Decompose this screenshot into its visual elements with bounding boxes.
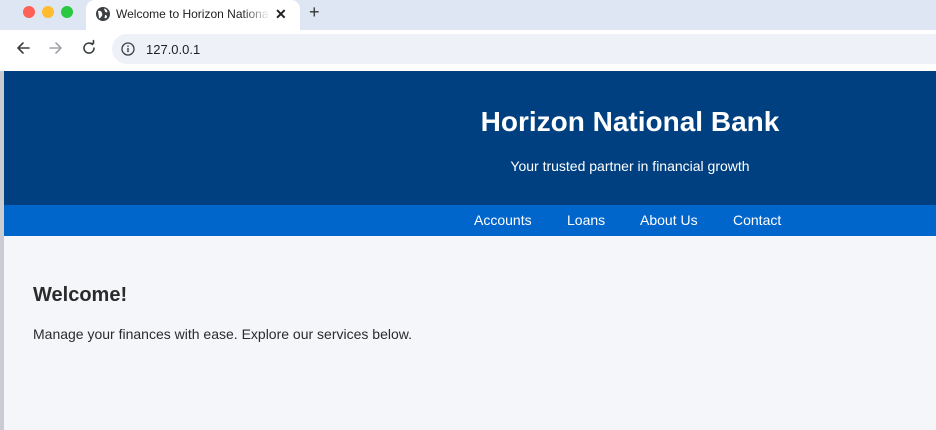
site-info-icon[interactable] [121, 42, 135, 56]
nav-link-accounts[interactable]: Accounts [474, 212, 532, 228]
nav-link-contact[interactable]: Contact [733, 212, 781, 228]
window-zoom-button[interactable] [61, 6, 73, 18]
nav-link-loans[interactable]: Loans [567, 212, 605, 228]
new-tab-button[interactable]: + [309, 2, 320, 22]
welcome-heading: Welcome! [33, 284, 128, 306]
url-text: 127.0.0.1 [146, 42, 201, 57]
welcome-text: Manage your finances with ease. Explore … [33, 326, 412, 342]
window-close-button[interactable] [23, 6, 35, 18]
window-minimize-button[interactable] [42, 6, 54, 18]
browser-tab-strip: Welcome to Horizon National Bank ✕ + [0, 0, 936, 30]
reload-icon[interactable] [79, 38, 99, 58]
globe-icon [96, 7, 110, 21]
browser-toolbar: 127.0.0.1 [0, 30, 936, 71]
site-header: Horizon National Bank Your trusted partn… [4, 71, 936, 205]
back-arrow-icon[interactable] [13, 38, 33, 58]
forward-arrow-icon[interactable] [46, 38, 66, 58]
site-tagline: Your trusted partner in financial growth [510, 158, 750, 174]
address-bar[interactable]: 127.0.0.1 [112, 34, 936, 64]
site-title: Horizon National Bank [480, 106, 780, 137]
tab-close-button[interactable]: ✕ [275, 5, 287, 23]
browser-tab[interactable]: Welcome to Horizon National Bank ✕ [86, 0, 300, 30]
main-nav: Accounts Loans About Us Contact [4, 205, 936, 236]
page-viewport: Horizon National Bank Your trusted partn… [4, 71, 936, 430]
nav-link-about-us[interactable]: About Us [640, 212, 698, 228]
